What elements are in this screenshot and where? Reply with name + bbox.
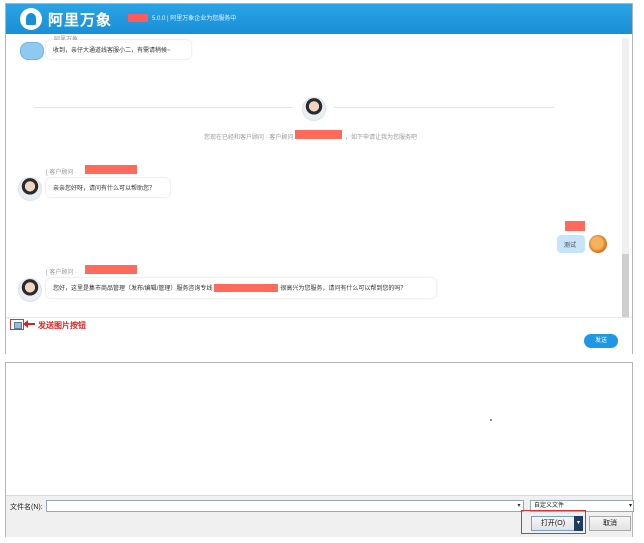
- annotation-label: 发送图片按钮: [38, 321, 86, 330]
- system-notice-tail: ，如下申请让我为您服务吧: [345, 135, 418, 141]
- filename-input[interactable]: [46, 500, 524, 512]
- redacted-block: [214, 284, 279, 293]
- file-list-area[interactable]: [6, 363, 632, 495]
- divider-left: [34, 107, 292, 108]
- agent-avatar: [18, 177, 42, 201]
- annotation-arrow-icon: [23, 320, 35, 328]
- divider-right: [334, 107, 554, 108]
- agent-avatar: [302, 97, 326, 121]
- send-button[interactable]: 发送: [584, 334, 618, 348]
- agent-avatar: [18, 278, 42, 302]
- message-input-area[interactable]: 发送图片按钮 发送: [6, 317, 632, 355]
- agent-meta: [ 客户顾问 ·: [46, 170, 77, 176]
- redacted-block: [128, 14, 148, 22]
- redacted-block: [295, 130, 342, 139]
- system-notice: 您现在已经和客户顾问 · 客户顾问: [204, 132, 293, 141]
- user-message-text: 测试: [564, 243, 577, 249]
- cursor-dot: [490, 419, 492, 421]
- scrollbar-thumb[interactable]: [622, 254, 629, 318]
- chevron-down-icon: ▾: [628, 503, 632, 509]
- brand-name: 阿里万象: [48, 12, 113, 29]
- redacted-block: [85, 165, 137, 174]
- chat-window: 阿里万象 5.0.0 | 阿里万象企业为您服务中 阿里万象 收到，亲仔大通道线客…: [5, 3, 633, 355]
- user-avatar: [589, 235, 607, 253]
- file-open-dialog: 文件名(N): ▾ 自定义文件 ▾ 打开(O) ▾ 取消: [5, 362, 634, 537]
- agent-message-text: 很高兴为您服务，请问有什么可以帮到您的吗？: [280, 286, 407, 292]
- open-split-dropdown[interactable]: ▾: [574, 516, 583, 531]
- filetype-value: 自定义文件: [534, 503, 565, 509]
- chat-header: 阿里万象 5.0.0 | 阿里万象企业为您服务中: [6, 4, 632, 34]
- dialog-footer: 文件名(N): ▾ 自定义文件 ▾ 打开(O) ▾ 取消: [6, 495, 634, 537]
- bot-avatar-icon: [20, 42, 44, 60]
- chevron-down-icon: ▾: [576, 520, 580, 526]
- agent-message: 您好，这里是集市商品管理（发布/编辑/管理）服务咨询专线 很高兴为您服务，请问有什…: [46, 278, 436, 298]
- image-icon: [14, 322, 22, 329]
- agent-message-text: 亲亲您好呀，请问有什么可以帮助您？: [53, 186, 156, 192]
- redacted-block: [565, 221, 585, 231]
- send-image-button[interactable]: [10, 319, 24, 330]
- cancel-button[interactable]: 取消: [589, 516, 631, 531]
- header-note: 5.0.0 | 阿里万象企业为您服务中: [152, 16, 237, 22]
- brand-logo-icon: [20, 8, 42, 30]
- chat-scrollbar[interactable]: [622, 38, 629, 320]
- redacted-block: [85, 265, 137, 274]
- agent-message-text: 您好，这里是集市商品管理（发布/编辑/管理）服务咨询专线: [53, 286, 213, 292]
- agent-meta: [ 客户顾问 ·: [46, 270, 77, 276]
- bot-message: 收到，亲仔大通道线客服小二，有需请稍候~: [46, 40, 191, 59]
- user-message: 测试: [557, 235, 585, 253]
- system-notice-text: 您现在已经和客户顾问 · 客户顾问: [204, 135, 294, 141]
- agent-message: 亲亲您好呀，请问有什么可以帮助您？: [46, 178, 170, 197]
- filename-label: 文件名(N):: [10, 504, 43, 511]
- open-button[interactable]: 打开(O): [531, 516, 575, 531]
- bot-message-text: 收到，亲仔大通道线客服小二，有需请稍候~: [53, 48, 171, 54]
